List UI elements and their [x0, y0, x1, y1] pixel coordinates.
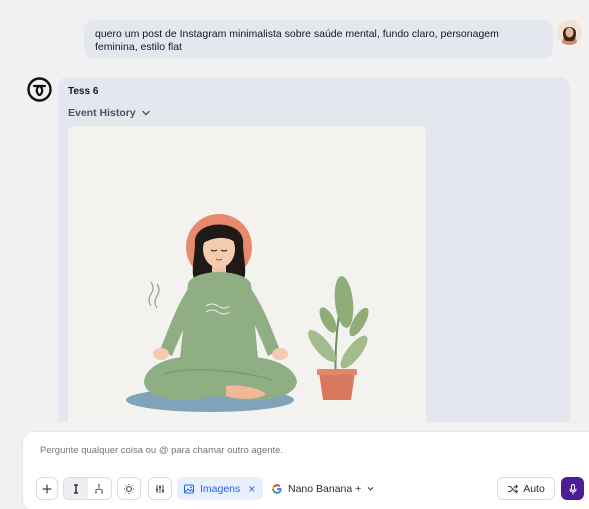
- user-message-row: quero um post de Instagram minimalista s…: [84, 20, 553, 59]
- imagens-chip[interactable]: Imagens ×: [177, 477, 263, 500]
- auto-label: Auto: [523, 482, 545, 495]
- generated-image[interactable]: [68, 126, 426, 422]
- microphone-button[interactable]: [561, 477, 584, 500]
- text-mode-button[interactable]: [64, 478, 88, 499]
- ideas-button[interactable]: [117, 477, 141, 500]
- event-history-label: Event History: [68, 107, 136, 119]
- message-composer: Imagens × Nano Banana + Auto: [22, 431, 589, 509]
- message-input[interactable]: [40, 445, 540, 456]
- model-selector[interactable]: Nano Banana +: [271, 477, 375, 500]
- plus-icon: [42, 483, 52, 494]
- mode-toggle: [63, 477, 112, 500]
- sliders-icon: [156, 484, 164, 493]
- hierarchy-icon: [95, 483, 104, 493]
- chevron-down-icon: [141, 110, 150, 116]
- lightbulb-icon: [124, 483, 134, 494]
- imagens-label: Imagens: [200, 482, 241, 495]
- meditation-illustration: [126, 214, 369, 412]
- shuffle-icon: [508, 484, 519, 493]
- agent-response-card: Tess 6 Event History: [58, 77, 570, 422]
- imagens-remove-button[interactable]: ×: [248, 482, 255, 496]
- settings-button[interactable]: [148, 477, 172, 500]
- user-avatar[interactable]: [557, 20, 582, 45]
- workflow-mode-button[interactable]: [88, 478, 112, 499]
- image-icon: [184, 484, 194, 493]
- google-icon: [272, 483, 282, 494]
- add-button[interactable]: [36, 477, 58, 500]
- model-label: Nano Banana +: [288, 482, 362, 495]
- auto-button[interactable]: Auto: [497, 477, 555, 500]
- chevron-down-icon: [367, 487, 374, 491]
- user-message-bubble: quero um post de Instagram minimalista s…: [84, 20, 553, 59]
- event-history-toggle[interactable]: Event History: [68, 107, 151, 119]
- tess-logo-icon: [27, 77, 52, 102]
- microphone-icon: [569, 483, 576, 494]
- text-cursor-icon: [73, 483, 78, 494]
- agent-name: Tess 6: [68, 86, 99, 97]
